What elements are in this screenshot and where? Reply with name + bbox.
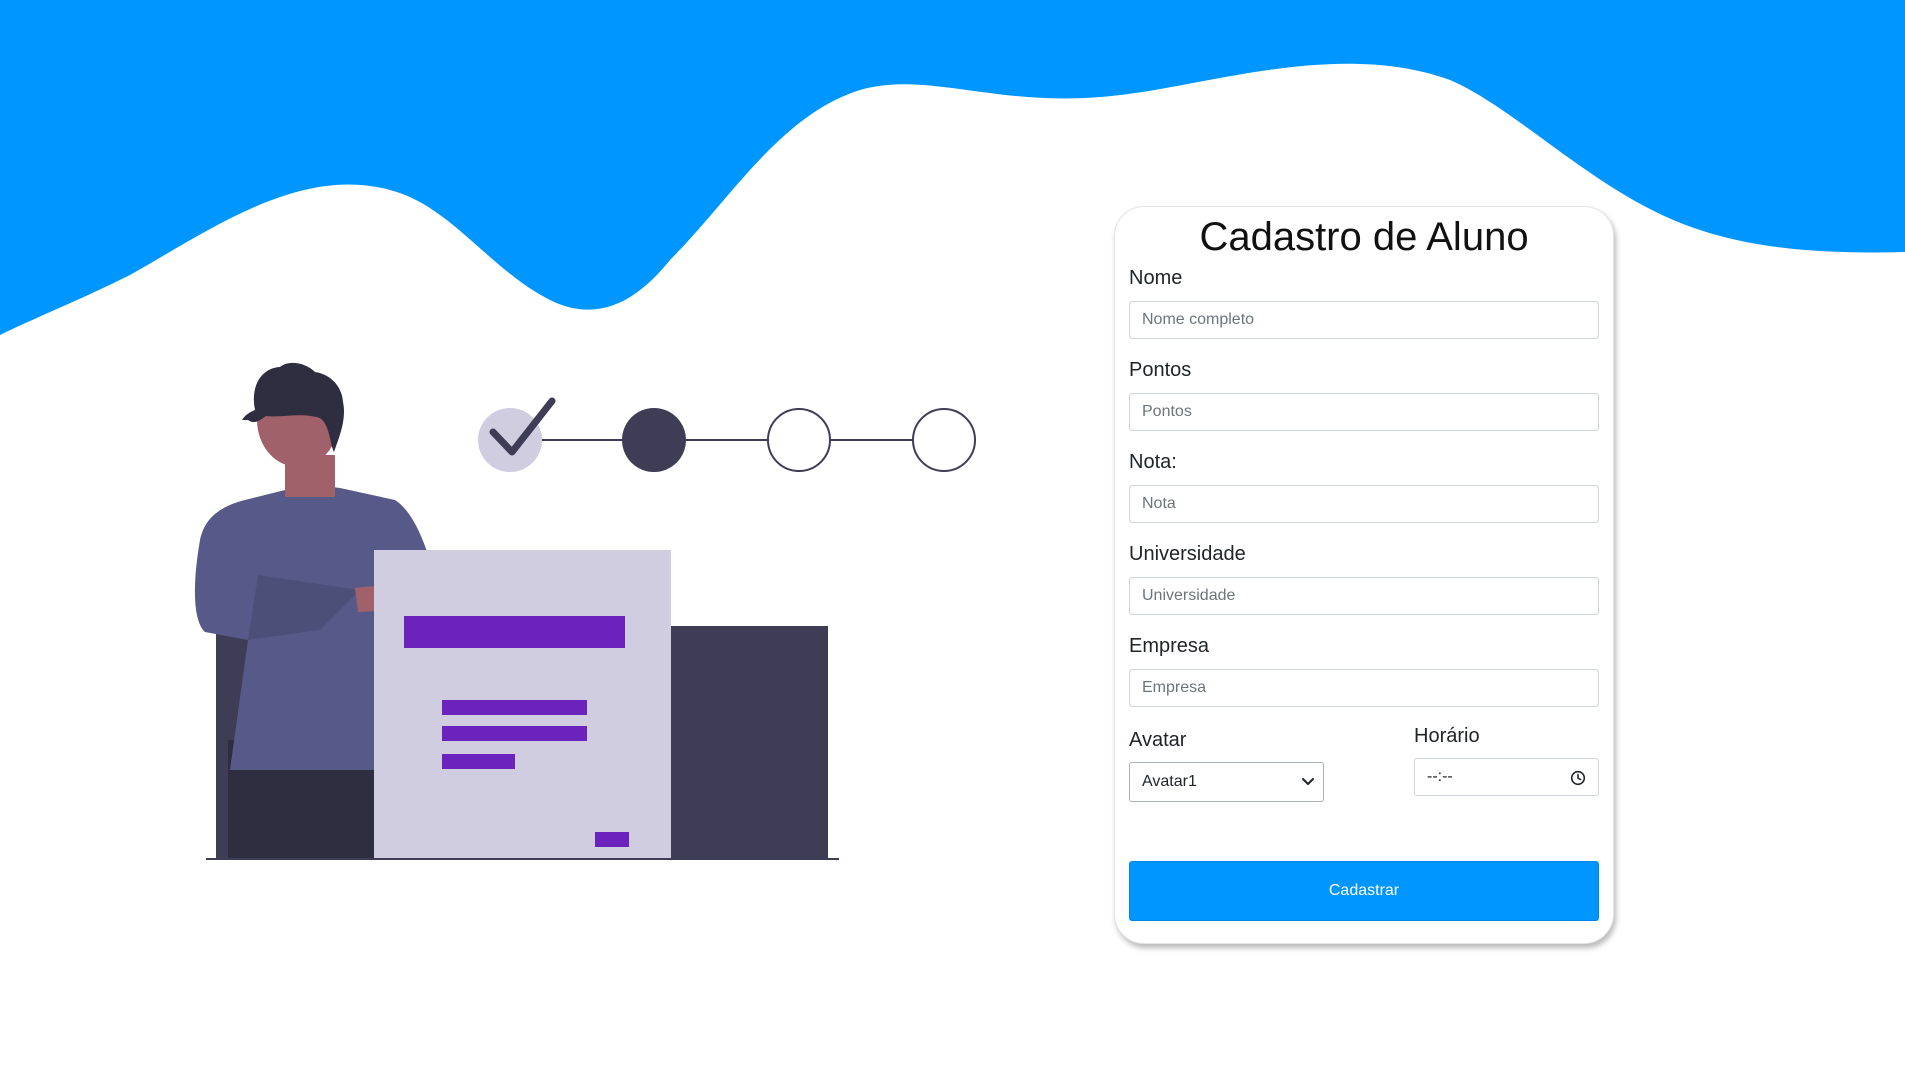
- pontos-input[interactable]: [1129, 393, 1599, 431]
- nome-label: Nome: [1129, 267, 1183, 289]
- nota-input[interactable]: [1129, 485, 1599, 523]
- step-current-circle: [622, 408, 686, 472]
- step-completed-circle: [478, 408, 542, 472]
- avatar-select[interactable]: Avatar1: [1129, 762, 1324, 802]
- document-line: [442, 726, 587, 741]
- universidade-input[interactable]: [1129, 577, 1599, 615]
- nota-label: Nota:: [1129, 451, 1177, 473]
- document-card: [374, 550, 671, 858]
- universidade-label: Universidade: [1129, 543, 1246, 565]
- horario-time-input[interactable]: --:--: [1414, 758, 1599, 796]
- clock-icon[interactable]: [1570, 770, 1586, 786]
- document-line: [442, 754, 515, 769]
- horario-label: Horário: [1414, 725, 1480, 747]
- pontos-label: Pontos: [1129, 359, 1192, 381]
- registration-illustration: [194, 362, 976, 860]
- step-pending-circle: [767, 408, 831, 472]
- chevron-down-icon: [1302, 778, 1314, 785]
- avatar-label: Avatar: [1129, 729, 1187, 751]
- student-registration-card: Cadastro de Aluno Nome Pontos Nota: Univ…: [1114, 206, 1614, 944]
- document-stamp: [595, 832, 629, 847]
- document-line: [442, 700, 587, 715]
- document-title-bar: [404, 616, 625, 648]
- dark-box-right: [660, 626, 828, 858]
- empresa-input[interactable]: [1129, 669, 1599, 707]
- step-pending-circle: [912, 408, 976, 472]
- empresa-label: Empresa: [1129, 635, 1210, 657]
- horario-value: --:--: [1427, 768, 1453, 785]
- form-title: Cadastro de Aluno: [1199, 215, 1529, 259]
- nome-input[interactable]: [1129, 301, 1599, 339]
- avatar-selected-value: Avatar1: [1142, 773, 1197, 790]
- cadastrar-button[interactable]: Cadastrar: [1129, 861, 1599, 921]
- progress-steps: [478, 397, 976, 472]
